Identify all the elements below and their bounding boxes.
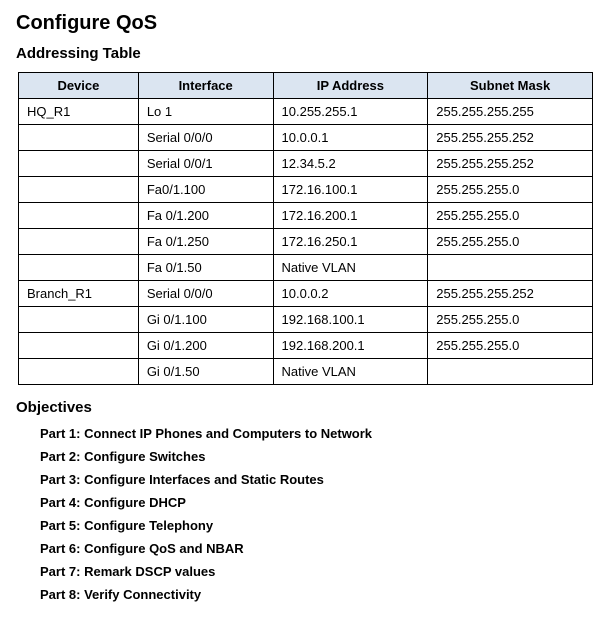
cell-interface: Gi 0/1.100 [138, 307, 273, 333]
cell-device [19, 307, 139, 333]
cell-device [19, 359, 139, 385]
table-row: Fa 0/1.50 Native VLAN [19, 255, 593, 281]
table-row: Serial 0/0/1 12.34.5.2 255.255.255.252 [19, 151, 593, 177]
list-item: Part 5: Configure Telephony [40, 518, 594, 533]
cell-device: Branch_R1 [19, 281, 139, 307]
table-row: Gi 0/1.100 192.168.100.1 255.255.255.0 [19, 307, 593, 333]
cell-ip: 172.16.200.1 [273, 203, 428, 229]
page-title: Configure QoS [16, 12, 594, 35]
list-item: Part 1: Connect IP Phones and Computers … [40, 426, 594, 441]
table-row: Fa 0/1.250 172.16.250.1 255.255.255.0 [19, 229, 593, 255]
cell-interface: Lo 1 [138, 99, 273, 125]
cell-mask: 255.255.255.0 [428, 177, 593, 203]
cell-mask: 255.255.255.0 [428, 307, 593, 333]
cell-interface: Serial 0/0/0 [138, 281, 273, 307]
cell-ip: 172.16.250.1 [273, 229, 428, 255]
list-item: Part 6: Configure QoS and NBAR [40, 541, 594, 556]
cell-device [19, 229, 139, 255]
cell-mask [428, 359, 593, 385]
cell-ip: Native VLAN [273, 255, 428, 281]
cell-ip: 192.168.100.1 [273, 307, 428, 333]
list-item: Part 4: Configure DHCP [40, 495, 594, 510]
cell-mask: 255.255.255.252 [428, 281, 593, 307]
objectives-heading: Objectives [16, 399, 594, 416]
cell-ip: 10.0.0.1 [273, 125, 428, 151]
cell-device [19, 333, 139, 359]
cell-ip: 10.255.255.1 [273, 99, 428, 125]
cell-interface: Fa 0/1.250 [138, 229, 273, 255]
cell-interface: Fa 0/1.50 [138, 255, 273, 281]
table-row: Gi 0/1.200 192.168.200.1 255.255.255.0 [19, 333, 593, 359]
cell-interface: Gi 0/1.50 [138, 359, 273, 385]
cell-device [19, 255, 139, 281]
objectives-list: Part 1: Connect IP Phones and Computers … [40, 426, 594, 602]
cell-device [19, 177, 139, 203]
cell-interface: Serial 0/0/0 [138, 125, 273, 151]
cell-mask: 255.255.255.0 [428, 203, 593, 229]
cell-mask: 255.255.255.252 [428, 151, 593, 177]
cell-mask: 255.255.255.252 [428, 125, 593, 151]
cell-device: HQ_R1 [19, 99, 139, 125]
cell-ip: 10.0.0.2 [273, 281, 428, 307]
col-header-ip: IP Address [273, 73, 428, 99]
cell-ip: 12.34.5.2 [273, 151, 428, 177]
addressing-table: Device Interface IP Address Subnet Mask … [18, 72, 593, 385]
cell-mask [428, 255, 593, 281]
table-row: Gi 0/1.50 Native VLAN [19, 359, 593, 385]
cell-ip: 172.16.100.1 [273, 177, 428, 203]
cell-device [19, 125, 139, 151]
cell-mask: 255.255.255.0 [428, 229, 593, 255]
cell-interface: Gi 0/1.200 [138, 333, 273, 359]
list-item: Part 2: Configure Switches [40, 449, 594, 464]
col-header-device: Device [19, 73, 139, 99]
cell-interface: Fa0/1.100 [138, 177, 273, 203]
cell-device [19, 203, 139, 229]
list-item: Part 7: Remark DSCP values [40, 564, 594, 579]
cell-mask: 255.255.255.255 [428, 99, 593, 125]
cell-ip: 192.168.200.1 [273, 333, 428, 359]
cell-device [19, 151, 139, 177]
cell-mask: 255.255.255.0 [428, 333, 593, 359]
cell-interface: Serial 0/0/1 [138, 151, 273, 177]
table-header-row: Device Interface IP Address Subnet Mask [19, 73, 593, 99]
table-row: Fa0/1.100 172.16.100.1 255.255.255.0 [19, 177, 593, 203]
col-header-mask: Subnet Mask [428, 73, 593, 99]
cell-ip: Native VLAN [273, 359, 428, 385]
addressing-table-heading: Addressing Table [16, 45, 594, 62]
table-row: Fa 0/1.200 172.16.200.1 255.255.255.0 [19, 203, 593, 229]
table-row: HQ_R1 Lo 1 10.255.255.1 255.255.255.255 [19, 99, 593, 125]
table-row: Branch_R1 Serial 0/0/0 10.0.0.2 255.255.… [19, 281, 593, 307]
list-item: Part 8: Verify Connectivity [40, 587, 594, 602]
col-header-interface: Interface [138, 73, 273, 99]
list-item: Part 3: Configure Interfaces and Static … [40, 472, 594, 487]
cell-interface: Fa 0/1.200 [138, 203, 273, 229]
table-row: Serial 0/0/0 10.0.0.1 255.255.255.252 [19, 125, 593, 151]
